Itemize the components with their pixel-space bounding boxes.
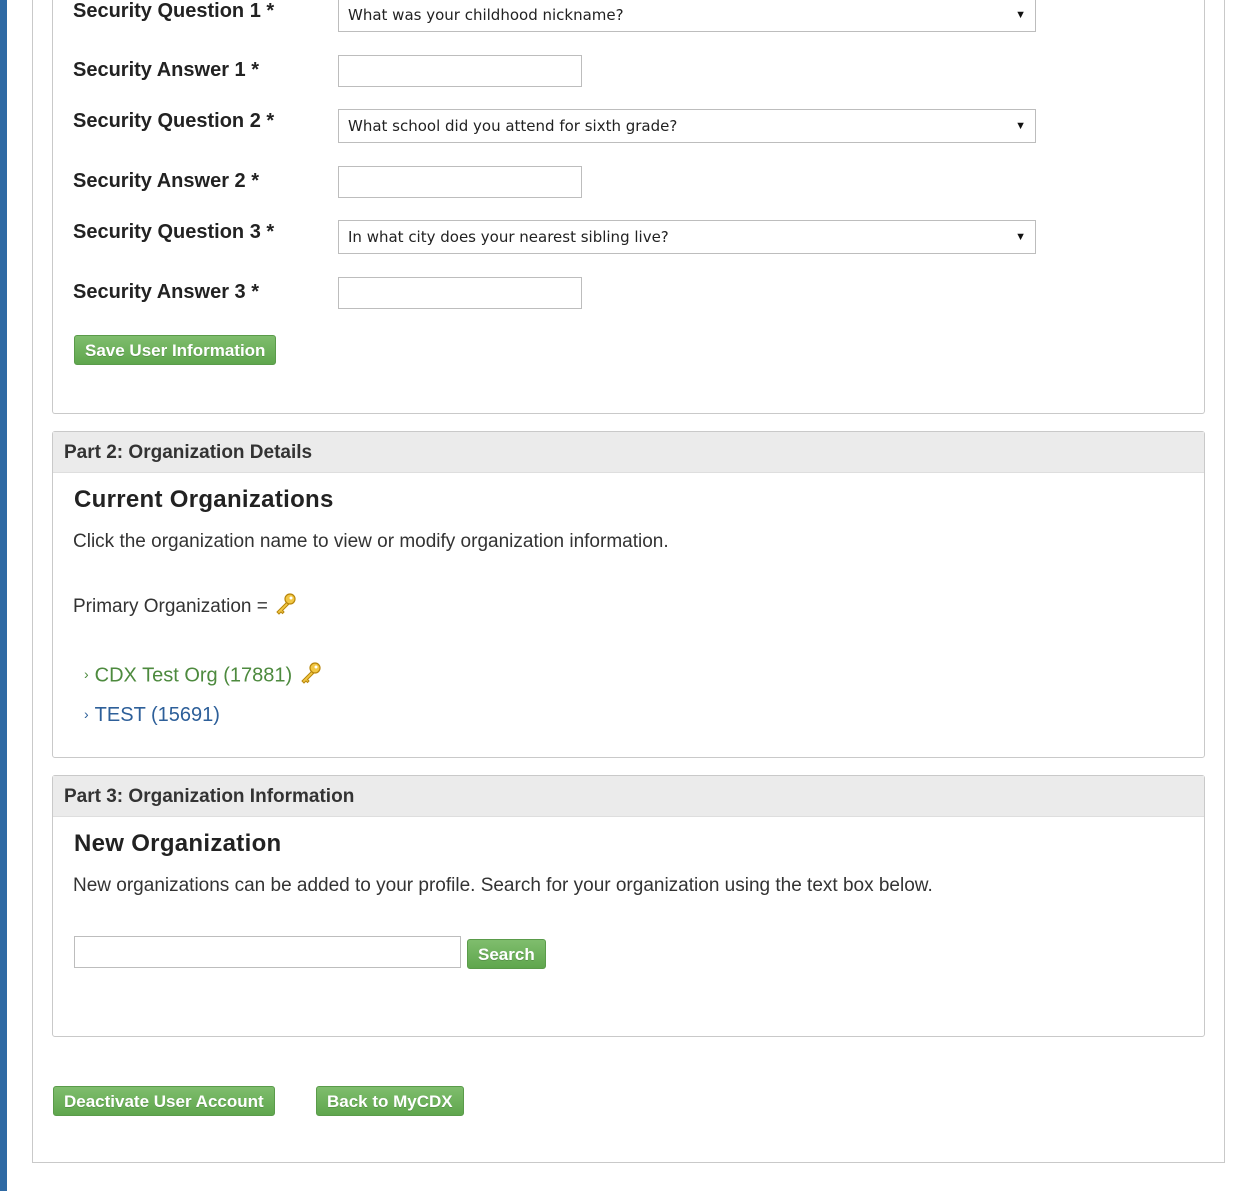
new-organization-heading: New Organization bbox=[74, 830, 282, 857]
organization-link-cdx-test-org[interactable]: › CDX Test Org (17881) bbox=[84, 662, 322, 690]
organization-link-test[interactable]: › TEST (15691) bbox=[84, 704, 220, 727]
organization-information-section: Part 3: Organization Information bbox=[52, 775, 1205, 1037]
new-organization-instruction: New organizations can be added to your p… bbox=[73, 875, 933, 896]
primary-organization-label: Primary Organization = bbox=[73, 596, 268, 618]
security-question-2-value: What school did you attend for sixth gra… bbox=[348, 117, 678, 135]
security-answer-3-label: Security Answer 3 * bbox=[73, 281, 260, 303]
organization-search-input[interactable] bbox=[74, 936, 461, 968]
left-accent-bar bbox=[0, 0, 7, 1191]
security-question-1-value: What was your childhood nickname? bbox=[348, 6, 624, 24]
triangle-down-icon: ▼ bbox=[1015, 120, 1026, 132]
organization-name: CDX Test Org (17881) bbox=[94, 664, 293, 687]
save-user-information-button[interactable]: Save User Information bbox=[74, 335, 277, 365]
primary-organization-legend: Primary Organization = bbox=[73, 593, 297, 621]
security-answer-2-input[interactable] bbox=[338, 166, 582, 198]
security-question-3-select[interactable]: In what city does your nearest sibling l… bbox=[338, 220, 1036, 254]
triangle-down-icon: ▼ bbox=[1015, 9, 1026, 21]
security-answer-1-input[interactable] bbox=[338, 55, 582, 87]
chevron-right-icon: › bbox=[84, 666, 89, 683]
security-question-3-value: In what city does your nearest sibling l… bbox=[348, 228, 669, 246]
organization-details-header: Part 2: Organization Details bbox=[53, 432, 1204, 473]
security-answer-1-label: Security Answer 1 * bbox=[73, 59, 260, 81]
deactivate-user-account-button[interactable]: Deactivate User Account bbox=[53, 1086, 275, 1116]
organization-information-header: Part 3: Organization Information bbox=[53, 776, 1204, 817]
chevron-right-icon: › bbox=[84, 706, 89, 722]
organization-name: TEST (15691) bbox=[94, 704, 220, 726]
search-button[interactable]: Search bbox=[467, 939, 546, 969]
security-answer-3-input[interactable] bbox=[338, 277, 582, 309]
back-to-mycdx-button[interactable]: Back to MyCDX bbox=[316, 1086, 464, 1116]
security-question-3-label: Security Question 3 * bbox=[73, 221, 275, 243]
security-answer-2-label: Security Answer 2 * bbox=[73, 170, 260, 192]
security-question-2-label: Security Question 2 * bbox=[73, 110, 275, 132]
current-organizations-instruction: Click the organization name to view or m… bbox=[73, 531, 669, 552]
current-organizations-heading: Current Organizations bbox=[74, 486, 334, 513]
key-icon bbox=[298, 662, 322, 690]
security-question-1-select[interactable]: What was your childhood nickname? ▼ bbox=[338, 0, 1036, 32]
security-question-1-label: Security Question 1 * bbox=[73, 0, 275, 22]
triangle-down-icon: ▼ bbox=[1015, 231, 1026, 243]
security-question-2-select[interactable]: What school did you attend for sixth gra… bbox=[338, 109, 1036, 143]
key-icon bbox=[273, 593, 297, 621]
